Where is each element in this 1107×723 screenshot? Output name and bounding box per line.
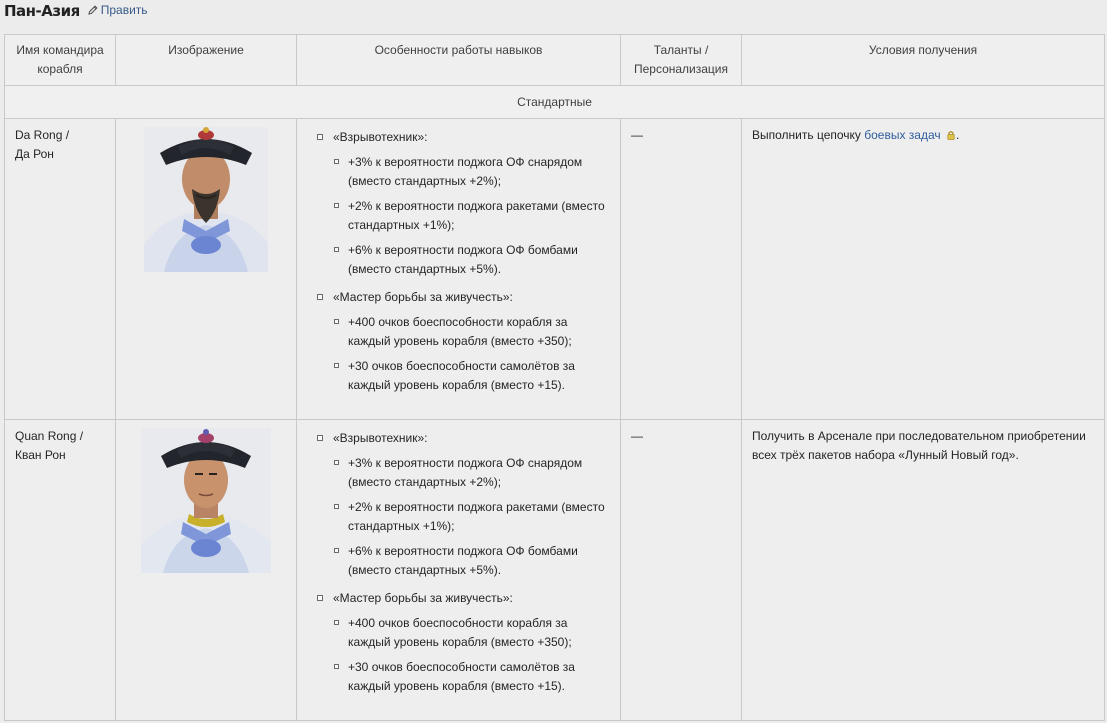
conditions-cell: Выполнить цепочку боевых задач .: [741, 118, 1105, 420]
skills-list: «Взрывотехник»: +3% к вероятности поджог…: [307, 126, 610, 395]
col-header-image: Изображение: [115, 34, 297, 86]
skill-title: «Мастер борьбы за живучесть»:: [333, 290, 513, 304]
commander-name-en: Quan Rong /: [15, 429, 84, 443]
skill-effects-list: +400 очков боеспособности корабля за каж…: [333, 614, 610, 696]
list-item: +400 очков боеспособности корабля за каж…: [333, 614, 610, 652]
table-row: Quan Rong / Кван Рон «Взрывотехник»: +3%…: [4, 419, 1105, 721]
col-header-talents: Таланты / Персонализация: [620, 34, 742, 86]
col-header-name: Имя командира корабля: [4, 34, 116, 86]
col-header-skills: Особенности работы навыков: [296, 34, 621, 86]
combat-missions-link[interactable]: боевых задач: [864, 128, 940, 142]
table-row: Da Rong / Да Рон «Взрывотехник»: +3% к в…: [4, 118, 1105, 420]
talents-cell: —: [620, 419, 742, 721]
conditions-cell: Получить в Арсенале при последовательном…: [741, 419, 1105, 721]
table-header-row: Имя командира корабля Изображение Особен…: [4, 34, 1105, 86]
page-title: Пан-Азия: [4, 2, 80, 20]
commander-name-cell: Quan Rong / Кван Рон: [4, 419, 116, 721]
pencil-icon: [87, 5, 98, 15]
list-item: +2% к вероятности поджога ракетами (вмес…: [333, 498, 610, 536]
skill-effects-list: +400 очков боеспособности корабля за каж…: [333, 313, 610, 395]
commanders-table: Имя командира корабля Изображение Особен…: [4, 34, 1105, 721]
commander-image-cell: [115, 419, 297, 721]
list-item: +3% к вероятности поджога ОФ снарядом (в…: [333, 153, 610, 191]
skill-title: «Взрывотехник»:: [333, 130, 428, 144]
list-item: «Мастер борьбы за живучесть»: +400 очков…: [317, 288, 610, 395]
condition-text: Выполнить цепочку: [752, 128, 865, 142]
list-item: +6% к вероятности поджога ОФ бомбами (вм…: [333, 542, 610, 580]
list-item: «Взрывотехник»: +3% к вероятности поджог…: [317, 128, 610, 279]
talents-cell: —: [620, 118, 742, 420]
list-item: «Взрывотехник»: +3% к вероятности поджог…: [317, 429, 610, 580]
commander-name-cell: Da Rong / Да Рон: [4, 118, 116, 420]
list-item: +400 очков боеспособности корабля за каж…: [333, 313, 610, 351]
commander-name-ru: Да Рон: [15, 147, 54, 161]
commander-portrait: [144, 127, 268, 272]
section-row: Стандартные: [4, 85, 1105, 119]
skill-effects-list: +3% к вероятности поджога ОФ снарядом (в…: [333, 153, 610, 279]
skills-cell: «Взрывотехник»: +3% к вероятности поджог…: [296, 419, 621, 721]
list-item: +3% к вероятности поджога ОФ снарядом (в…: [333, 454, 610, 492]
skill-title: «Взрывотехник»:: [333, 431, 428, 445]
commander-name-en: Da Rong /: [15, 128, 70, 142]
edit-link[interactable]: Править: [87, 3, 148, 17]
edit-label: Править: [100, 3, 148, 17]
commander-image-cell: [115, 118, 297, 420]
commander-name-ru: Кван Рон: [15, 448, 66, 462]
page-header: Пан-Азия Править: [4, 2, 148, 24]
commander-portrait: [141, 428, 271, 573]
lock-icon: [947, 131, 955, 140]
skill-title: «Мастер борьбы за живучесть»:: [333, 591, 513, 605]
condition-end: .: [956, 128, 960, 142]
skills-list: «Взрывотехник»: +3% к вероятности поджог…: [307, 427, 610, 696]
list-item: +2% к вероятности поджога ракетами (вмес…: [333, 197, 610, 235]
section-label: Стандартные: [4, 85, 1105, 119]
skills-cell: «Взрывотехник»: +3% к вероятности поджог…: [296, 118, 621, 420]
list-item: +6% к вероятности поджога ОФ бомбами (вм…: [333, 241, 610, 279]
list-item: +30 очков боеспособности самолётов за ка…: [333, 357, 610, 395]
col-header-conditions: Условия получения: [741, 34, 1105, 86]
list-item: +30 очков боеспособности самолётов за ка…: [333, 658, 610, 696]
skill-effects-list: +3% к вероятности поджога ОФ снарядом (в…: [333, 454, 610, 580]
list-item: «Мастер борьбы за живучесть»: +400 очков…: [317, 589, 610, 696]
